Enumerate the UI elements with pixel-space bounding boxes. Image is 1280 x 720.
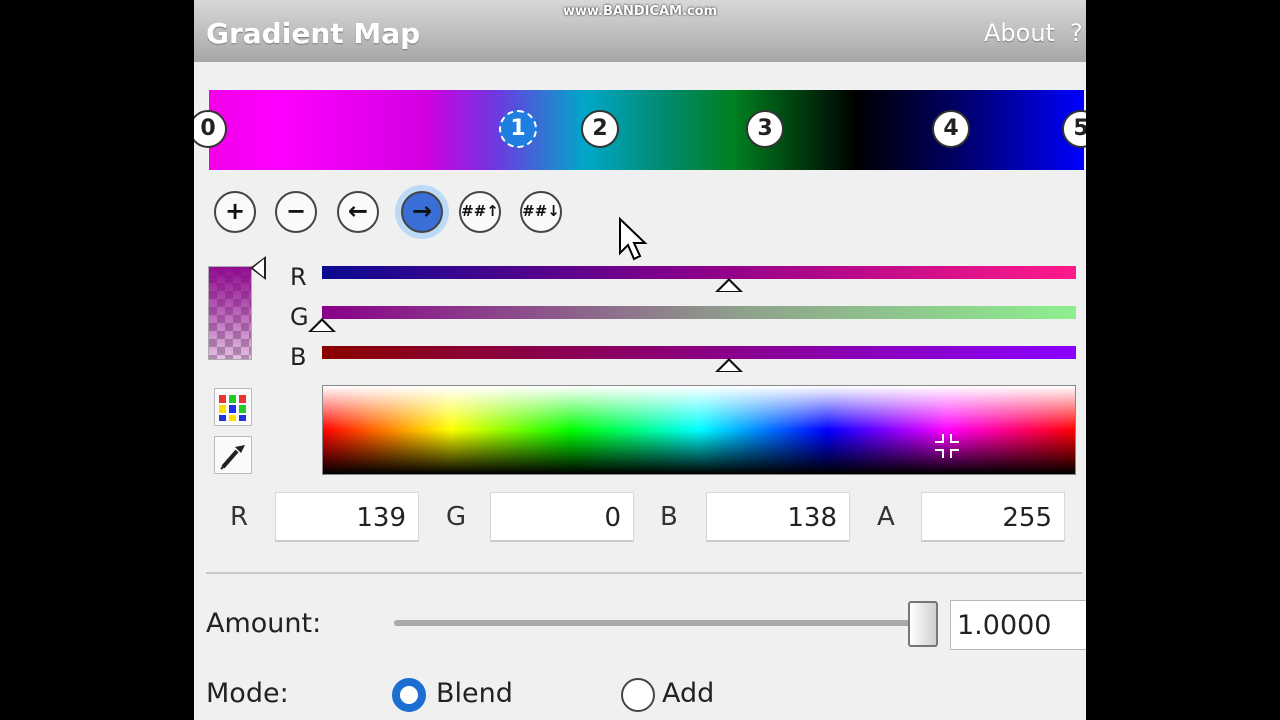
channel-g-label: G — [290, 303, 309, 331]
mode-add-radio[interactable] — [621, 678, 655, 712]
eyedropper-glyph-icon — [220, 445, 245, 470]
color-spectrum[interactable] — [322, 385, 1076, 475]
plus-icon[interactable]: + — [214, 191, 256, 233]
channel-g-slider[interactable] — [308, 306, 1076, 332]
green-value-input[interactable]: 0 — [490, 492, 634, 542]
red-value-label: R — [230, 502, 249, 532]
gradient-stop-3[interactable]: 3 — [746, 110, 784, 148]
gradient-stop-0[interactable]: 0 — [194, 110, 227, 148]
mode-add-label[interactable]: Add — [662, 678, 714, 709]
channel-g-handle[interactable] — [308, 318, 336, 332]
blue-value-input[interactable]: 138 — [706, 492, 850, 542]
gradient-map-panel: Gradient Map About ? 0 1 2 3 4 5 + − ← →… — [194, 0, 1086, 720]
amount-value-input[interactable]: 1.0000 — [950, 600, 1086, 650]
arrow-left-icon[interactable]: ← — [337, 191, 379, 233]
arrow-right-icon[interactable]: → — [401, 191, 443, 233]
amount-label: Amount: — [206, 608, 322, 639]
help-button[interactable]: ? — [1070, 19, 1083, 47]
eyedropper-icon[interactable] — [214, 436, 252, 474]
current-color-swatch — [208, 266, 252, 360]
divider — [206, 572, 1082, 574]
alpha-value-label: A — [877, 502, 895, 532]
green-value-label: G — [446, 502, 467, 532]
alpha-value-input[interactable]: 255 — [921, 492, 1065, 542]
red-value-input[interactable]: 139 — [275, 492, 419, 542]
swatch-marker-icon — [250, 256, 266, 280]
bandicam-watermark: www.BANDICAM.com — [562, 4, 718, 19]
mouse-pointer-icon — [619, 217, 648, 261]
gradient-stop-5[interactable]: 5 — [1062, 110, 1086, 148]
mode-blend-radio[interactable] — [392, 678, 426, 712]
gradient-stop-4[interactable]: 4 — [932, 110, 970, 148]
distribute-up-icon[interactable]: ##↑ — [459, 191, 501, 233]
minus-icon[interactable]: − — [275, 191, 317, 233]
mode-blend-label[interactable]: Blend — [436, 678, 513, 709]
channel-r-handle[interactable] — [715, 278, 744, 292]
amount-slider-thumb[interactable] — [908, 601, 938, 647]
mode-label: Mode: — [206, 678, 289, 709]
about-link[interactable]: About — [984, 19, 1055, 47]
channel-b-handle[interactable] — [715, 358, 744, 372]
panel-title: Gradient Map — [206, 17, 421, 50]
gradient-preview-bar[interactable]: 0 1 2 3 4 5 — [194, 90, 1086, 170]
channel-r-slider[interactable] — [322, 266, 1076, 292]
palette-icon[interactable] — [214, 388, 252, 426]
blue-value-label: B — [660, 502, 678, 532]
channel-r-label: R — [290, 263, 307, 291]
gradient-stop-2[interactable]: 2 — [581, 110, 619, 148]
channel-b-label: B — [290, 343, 307, 371]
spectrum-crosshair-icon — [935, 434, 959, 458]
distribute-down-icon[interactable]: ##↓ — [520, 191, 562, 233]
palette-glyph-icon — [219, 395, 246, 421]
channel-b-slider[interactable] — [322, 346, 1076, 372]
gradient-stop-1[interactable]: 1 — [499, 110, 537, 148]
amount-slider-track[interactable] — [394, 620, 922, 626]
